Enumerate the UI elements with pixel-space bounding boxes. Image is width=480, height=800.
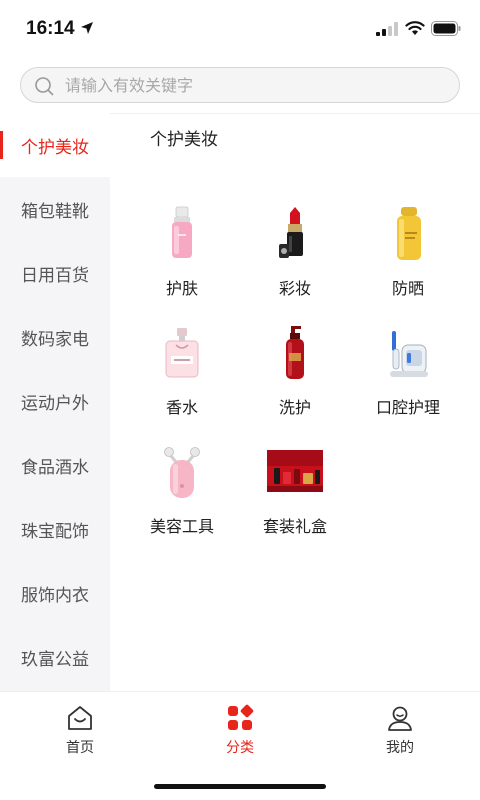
sidebar-item-label: 食品酒水 — [21, 457, 89, 478]
gift-box-set-icon — [267, 450, 323, 492]
tab-home[interactable]: 首页 — [25, 692, 135, 762]
category-label: 套装礼盒 — [262, 517, 327, 536]
sidebar-item-jewelry[interactable]: 珠宝配饰 — [0, 497, 110, 561]
sidebar-item-label: 箱包鞋靴 — [21, 201, 89, 222]
section-title: 个护美妆 — [150, 130, 218, 150]
status-time: 16:14 — [26, 18, 75, 39]
red-shampoo-bottle-icon — [286, 326, 304, 379]
category-oral-care[interactable]: 口腔护理 — [353, 323, 463, 433]
cellular-signal-icon — [376, 22, 398, 36]
home-indicator — [154, 784, 326, 789]
category-gift-sets[interactable]: 套装礼盒 — [240, 442, 350, 552]
search-icon — [35, 77, 54, 96]
sidebar-item-label: 玖富公益 — [21, 649, 89, 670]
tab-label: 我的 — [386, 740, 414, 756]
sidebar-item-label: 日用百货 — [21, 265, 89, 286]
category-label: 护肤 — [165, 279, 198, 298]
pink-toner-bottle-icon — [172, 206, 192, 258]
sidebar-item-label: 服饰内衣 — [21, 585, 89, 606]
sidebar-item-daily-goods[interactable]: 日用百货 — [0, 241, 110, 305]
sidebar-item-bags-shoes[interactable]: 箱包鞋靴 — [0, 177, 110, 241]
sidebar-item-label: 个护美妆 — [21, 137, 89, 158]
gold-sunscreen-bottle-icon — [397, 207, 421, 260]
category-label: 香水 — [165, 398, 198, 417]
battery-icon — [431, 21, 461, 36]
sidebar-item-digital-appliances[interactable]: 数码家电 — [0, 305, 110, 369]
lipstick-icon — [279, 207, 303, 258]
category-beauty-tools[interactable]: 美容工具 — [127, 442, 237, 552]
wifi-icon — [405, 21, 425, 35]
category-grid-icon — [228, 704, 254, 730]
tab-profile[interactable]: 我的 — [345, 692, 455, 762]
search-placeholder: 请输入有效关键字 — [65, 76, 194, 95]
category-sunscreen[interactable]: 防晒 — [353, 204, 463, 314]
sidebar-item-sports-outdoor[interactable]: 运动户外 — [0, 369, 110, 433]
category-perfume[interactable]: 香水 — [127, 323, 237, 433]
user-icon — [388, 706, 412, 731]
tab-category[interactable]: 分类 — [185, 692, 295, 762]
tab-label: 分类 — [226, 740, 254, 756]
category-sidebar: 个护美妆 箱包鞋靴 日用百货 数码家电 运动户外 食品酒水 珠宝配饰 服饰内衣 … — [0, 113, 110, 691]
tab-label: 首页 — [66, 740, 94, 756]
sidebar-item-food-drinks[interactable]: 食品酒水 — [0, 433, 110, 497]
search-input[interactable]: 请输入有效关键字 — [20, 67, 460, 103]
category-label: 防晒 — [391, 279, 424, 298]
category-skincare[interactable]: 护肤 — [127, 204, 237, 314]
sidebar-item-charity[interactable]: 玖富公益 — [0, 625, 110, 689]
category-label: 洗护 — [278, 398, 311, 417]
electric-toothbrush-icon — [390, 331, 428, 377]
sidebar-item-label: 运动户外 — [21, 393, 89, 414]
bottom-tab-bar: 首页 分类 我的 — [0, 691, 480, 800]
home-icon — [68, 706, 92, 730]
category-haircare[interactable]: 洗护 — [240, 323, 350, 433]
sidebar-item-apparel[interactable]: 服饰内衣 — [0, 561, 110, 625]
status-bar: 16:14 — [0, 0, 480, 58]
category-label: 口腔护理 — [375, 398, 440, 417]
category-label: 彩妆 — [278, 279, 311, 298]
sidebar-item-personal-care[interactable]: 个护美妆 — [0, 113, 110, 177]
beauty-device-icon — [164, 447, 200, 498]
category-label: 美容工具 — [149, 517, 214, 536]
category-makeup[interactable]: 彩妆 — [240, 204, 350, 314]
sidebar-item-label: 数码家电 — [21, 329, 89, 350]
sidebar-item-label: 珠宝配饰 — [21, 521, 89, 542]
perfume-bottle-icon — [165, 328, 199, 378]
location-arrow-icon — [81, 22, 93, 34]
